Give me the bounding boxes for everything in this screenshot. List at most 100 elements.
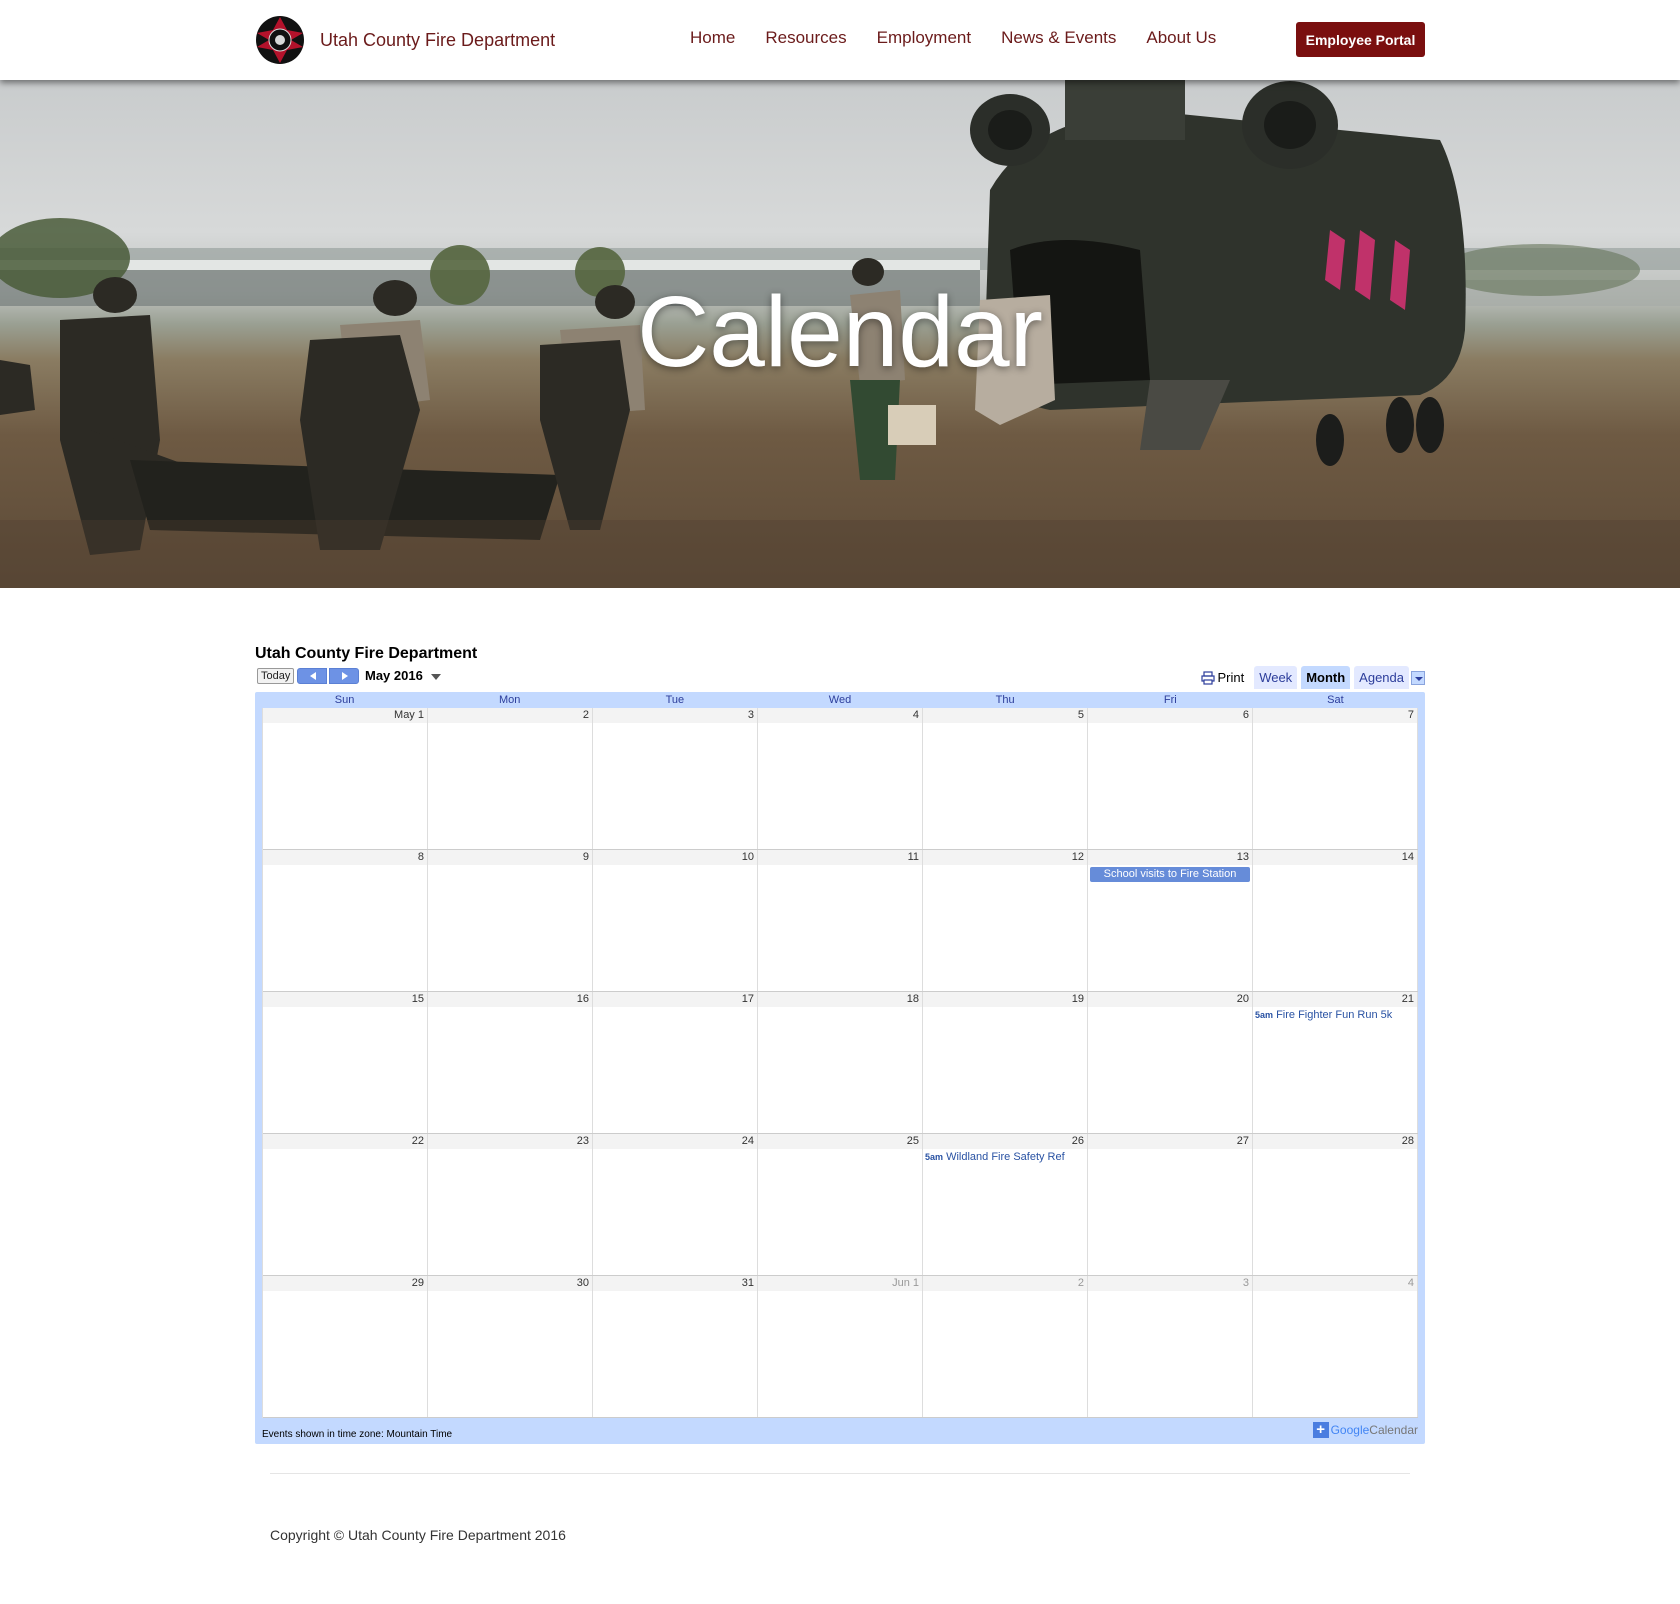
day-cell[interactable]: 25 <box>758 1134 923 1275</box>
day-number: 15 <box>263 992 427 1007</box>
day-cell[interactable]: 7 <box>1253 708 1418 849</box>
previous-month-button[interactable] <box>297 668 327 684</box>
nav-about-us[interactable]: About Us <box>1146 28 1216 48</box>
calendar-event[interactable]: School visits to Fire Station <box>1090 867 1250 882</box>
day-cell[interactable]: 15 <box>263 992 428 1133</box>
day-cell[interactable]: 20 <box>1088 992 1253 1133</box>
day-cell[interactable]: 6 <box>1088 708 1253 849</box>
day-cell[interactable]: 8 <box>263 850 428 991</box>
nav-news-events[interactable]: News & Events <box>1001 28 1116 48</box>
dow-mon: Mon <box>499 694 521 706</box>
nav-home[interactable]: Home <box>690 28 735 48</box>
day-number: 26 <box>923 1134 1087 1149</box>
dow-fri: Fri <box>1163 694 1177 706</box>
calendar-event[interactable]: 5am Fire Fighter Fun Run 5k <box>1255 1009 1415 1021</box>
day-cell[interactable]: 22 <box>263 1134 428 1275</box>
day-number: May 1 <box>263 708 427 723</box>
employee-portal-button[interactable]: Employee Portal <box>1296 22 1425 57</box>
day-cell[interactable]: 9 <box>428 850 593 991</box>
day-number: 11 <box>758 850 922 865</box>
day-number: 8 <box>263 850 427 865</box>
current-month-label[interactable]: May 2016 <box>365 668 423 683</box>
top-navbar: Utah County Fire Department Home Resourc… <box>0 0 1680 80</box>
week-row: 22 23 24 25 26 5am Wildland Fire Safety Ref 27… <box>263 1134 1418 1276</box>
event-time: 5am <box>925 1152 944 1162</box>
day-cell[interactable]: 4 <box>1253 1276 1418 1417</box>
day-cell[interactable]: 24 <box>593 1134 758 1275</box>
calendar-grid: Sun Mon Tue Wed Thu Fri Sat May 12345678… <box>255 692 1425 1444</box>
day-cell[interactable]: 3 <box>593 708 758 849</box>
print-label: Print <box>1217 670 1245 685</box>
day-number: 4 <box>1253 1276 1417 1291</box>
day-number: 7 <box>1253 708 1417 723</box>
day-cell[interactable]: 30 <box>428 1276 593 1417</box>
printer-icon <box>1201 670 1216 685</box>
dow-thu: Thu <box>995 694 1015 706</box>
day-cell[interactable]: 23 <box>428 1134 593 1275</box>
day-number: 23 <box>428 1134 592 1149</box>
dow-tue: Tue <box>665 694 685 706</box>
calendar-title: Utah County Fire Department <box>255 645 478 662</box>
views-dropdown-button[interactable] <box>1411 670 1425 685</box>
tab-week[interactable]: Week <box>1254 666 1298 689</box>
day-number: 2 <box>428 708 592 723</box>
calendar-wordmark: Calendar <box>1369 1423 1418 1437</box>
day-number: 25 <box>758 1134 922 1149</box>
week-row: 8 9 10 11 12 13 School visits to Fire Station 1… <box>263 850 1418 992</box>
main-nav: Home Resources Employment News & Events … <box>690 28 1246 48</box>
nav-resources[interactable]: Resources <box>765 28 846 48</box>
calendar-toolbar: Today May 2016 Print Week Month Agenda <box>255 666 1425 690</box>
day-number: 9 <box>428 850 592 865</box>
day-number: 16 <box>428 992 592 1007</box>
timezone-note: Events shown in time zone: Mountain Time <box>262 1429 453 1440</box>
day-cell[interactable]: May 1 <box>263 708 428 849</box>
day-cell[interactable]: 18 <box>758 992 923 1133</box>
day-cell[interactable]: 13 School visits to Fire Station <box>1088 850 1253 991</box>
day-cell[interactable]: 2 <box>923 1276 1088 1417</box>
day-cell[interactable]: 3 <box>1088 1276 1253 1417</box>
tab-month[interactable]: Month <box>1301 666 1351 689</box>
footer-divider <box>270 1473 1410 1474</box>
day-cell[interactable]: 11 <box>758 850 923 991</box>
calendar-event[interactable]: 5am Wildland Fire Safety Ref <box>925 1151 1085 1163</box>
day-cell[interactable]: 12 <box>923 850 1088 991</box>
day-cell[interactable]: Jun 1 <box>758 1276 923 1417</box>
day-cell[interactable]: 26 5am Wildland Fire Safety Ref <box>923 1134 1088 1275</box>
month-picker-dropdown-icon[interactable] <box>431 674 441 680</box>
hero-banner: Calendar <box>0 80 1680 588</box>
plus-icon: + <box>1312 1422 1329 1438</box>
day-cell[interactable]: 5 <box>923 708 1088 849</box>
today-button[interactable]: Today <box>257 668 295 684</box>
next-month-button[interactable] <box>329 668 359 684</box>
print-button[interactable]: Print <box>1201 670 1244 685</box>
day-cell[interactable]: 28 <box>1253 1134 1418 1275</box>
day-cell[interactable]: 2 <box>428 708 593 849</box>
day-cell[interactable]: 10 <box>593 850 758 991</box>
day-cell[interactable]: 31 <box>593 1276 758 1417</box>
dow-wed: Wed <box>828 694 852 706</box>
chevron-right-icon <box>342 672 348 680</box>
day-cell[interactable]: 16 <box>428 992 593 1133</box>
day-number: 13 <box>1088 850 1252 865</box>
add-to-google-calendar-button[interactable]: + Google Calendar <box>1312 1422 1418 1438</box>
day-number: 3 <box>1088 1276 1252 1291</box>
day-cell[interactable]: 17 <box>593 992 758 1133</box>
day-cell[interactable]: 21 5am Fire Fighter Fun Run 5k <box>1253 992 1418 1133</box>
copyright: Copyright © Utah County Fire Department … <box>270 1527 566 1543</box>
day-cell[interactable]: 19 <box>923 992 1088 1133</box>
day-cell[interactable]: 27 <box>1088 1134 1253 1275</box>
dow-sun: Sun <box>334 694 355 706</box>
page-title: Calendar <box>637 276 1043 388</box>
chevron-left-icon <box>310 672 316 680</box>
day-cell[interactable]: 4 <box>758 708 923 849</box>
day-number: 31 <box>593 1276 757 1291</box>
day-cell[interactable]: 14 <box>1253 850 1418 991</box>
day-number: 18 <box>758 992 922 1007</box>
day-number: 20 <box>1088 992 1252 1007</box>
nav-employment[interactable]: Employment <box>877 28 971 48</box>
tab-agenda[interactable]: Agenda <box>1354 666 1409 689</box>
day-number: 22 <box>263 1134 427 1149</box>
brand[interactable]: Utah County Fire Department <box>254 14 555 66</box>
day-cell[interactable]: 29 <box>263 1276 428 1417</box>
day-number: 21 <box>1253 992 1417 1007</box>
